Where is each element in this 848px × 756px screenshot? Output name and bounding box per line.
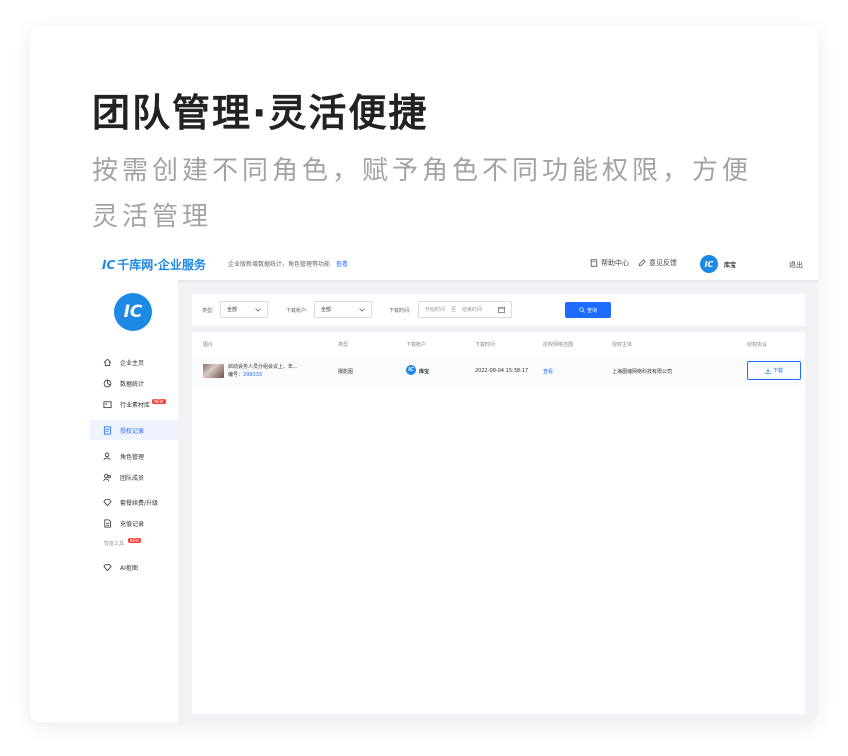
image-id-label: 编号： xyxy=(228,372,244,378)
feature-card: 团队管理·灵活便捷 按需创建不同角色，赋予角色不同功能权限，方便灵活管理 IC … xyxy=(30,26,818,722)
table-row: 启动会务人员分组会议上、年... 编号：299333 摄影图 IC 库宝 202… xyxy=(192,356,805,386)
sidebar-item-label: AI抠图 xyxy=(120,564,138,572)
query-button-label: 查询 xyxy=(586,307,597,314)
sidebar-item-label: 套餐续费/升级 xyxy=(120,499,159,507)
role-icon xyxy=(103,452,111,460)
team-icon xyxy=(103,473,111,481)
diamond-icon xyxy=(103,498,112,506)
search-icon xyxy=(579,307,585,313)
library-icon xyxy=(103,400,112,408)
top-note: 企业版新增数据统计，角色管理等功能 查看 xyxy=(228,259,348,268)
edit-icon xyxy=(638,259,646,267)
sidebar: IC 企业主页 数据统计 行业素材库 NEW 授权记录 角色管理 团队成员 套餐… xyxy=(90,280,178,722)
sidebar-item-stats[interactable]: 数据统计 xyxy=(90,373,178,393)
chevron-down-icon xyxy=(255,307,261,312)
sidebar-item-roles[interactable]: 角色管理 xyxy=(90,446,178,466)
chart-icon xyxy=(103,379,112,387)
top-bar: IC 千库网·企业服务 企业版新增数据统计，角色管理等功能 查看 帮助中心 意见反… xyxy=(90,248,818,280)
account-select[interactable]: 全部 xyxy=(314,301,372,318)
diamond-icon xyxy=(103,563,112,571)
type-select-value: 全部 xyxy=(227,307,238,313)
image-type: 摄影图 xyxy=(338,369,354,375)
home-icon xyxy=(103,358,112,366)
sidebar-item-label: 行业素材库 xyxy=(120,401,151,409)
sidebar-item-label: 充值记录 xyxy=(120,520,145,528)
record-icon xyxy=(103,425,112,435)
sidebar-item-team[interactable]: 团队成员 xyxy=(90,467,178,487)
start-time-placeholder: 开始时间 xyxy=(425,307,446,313)
auth-subject: 上海图魂网络科技有限公司 xyxy=(612,369,673,375)
subline: 按需创建不同角色，赋予角色不同功能权限，方便灵活管理 xyxy=(92,156,753,232)
image-thumbnail[interactable] xyxy=(203,364,224,378)
download-button[interactable]: 下载 xyxy=(747,361,801,380)
range-separator: 至 xyxy=(451,307,457,313)
date-range-input[interactable]: 开始时间 至 结束时间 xyxy=(418,301,512,318)
column-header: 下载账户 xyxy=(406,342,427,348)
image-id: 编号：299333 xyxy=(228,371,262,378)
sidebar-item-label: 企业主页 xyxy=(120,359,145,367)
download-icon xyxy=(765,368,771,374)
download-button-label: 下载 xyxy=(772,368,783,374)
sidebar-item-auth-records[interactable]: 授权记录 xyxy=(90,420,178,440)
type-select[interactable]: 全部 xyxy=(220,301,268,318)
user-avatar[interactable]: IC xyxy=(700,255,718,273)
column-header: 授权协议 xyxy=(747,342,768,348)
type-label: 类型: xyxy=(202,308,214,314)
sidebar-item-label: 授权记录 xyxy=(120,427,145,435)
sidebar-item-library[interactable]: 行业素材库 NEW xyxy=(90,394,178,414)
feedback-label: 意见反馈 xyxy=(649,259,677,267)
column-header: 类型 xyxy=(338,342,349,348)
column-header: 下载时间 xyxy=(475,342,496,348)
page: 团队管理·灵活便捷 按需创建不同角色，赋予角色不同功能权限，方便灵活管理 IC … xyxy=(0,0,848,756)
column-header: 授权主体 xyxy=(612,342,633,348)
top-note-text: 企业版新增数据统计，角色管理等功能 xyxy=(228,261,331,268)
logo-mark: IC xyxy=(102,257,116,272)
download-account: 库宝 xyxy=(419,369,430,375)
time-label: 下载时间: xyxy=(389,308,411,314)
logo-text: 千库网·企业服务 xyxy=(117,258,206,272)
new-badge: NEW xyxy=(152,398,166,404)
sidebar-item-label: 角色管理 xyxy=(120,453,145,461)
feedback-link[interactable]: 意见反馈 xyxy=(638,258,677,268)
username[interactable]: 库宝 xyxy=(724,260,736,269)
headline: 团队管理·灵活便捷 xyxy=(92,91,429,135)
records-table: 图片 类型 下载账户 下载时间 授权网络范围 授权主体 授权协议 启动会务人员分… xyxy=(192,332,805,714)
top-note-link[interactable]: 查看 xyxy=(336,261,348,268)
sidebar-item-label: 数据统计 xyxy=(120,380,145,388)
sidebar-section-label: 智能工具 xyxy=(104,541,125,547)
query-button[interactable]: 查询 xyxy=(565,302,611,318)
new-badge: NEW xyxy=(127,538,142,543)
chevron-down-icon xyxy=(359,307,365,312)
calendar-icon xyxy=(498,306,505,313)
sidebar-item-label: 团队成员 xyxy=(120,474,145,482)
filter-bar: 类型: 全部 下载账户: 全部 下载时间: 开始时间 至 结束时间 查询 xyxy=(192,294,805,326)
download-time: 2022-08-04 15:38:17 xyxy=(475,368,529,374)
column-header: 授权网络范围 xyxy=(543,342,574,348)
sidebar-item-home[interactable]: 企业主页 xyxy=(90,352,178,372)
account-avatar: IC xyxy=(406,365,416,375)
auth-scope-link[interactable]: 查看 xyxy=(543,368,553,375)
sidebar-section-tools: 智能工具 NEW xyxy=(104,538,142,547)
logo[interactable]: IC 千库网·企业服务 xyxy=(102,256,206,273)
app-screenshot: IC 千库网·企业服务 企业版新增数据统计，角色管理等功能 查看 帮助中心 意见反… xyxy=(90,248,818,722)
image-title: 启动会务人员分组会议上、年... xyxy=(228,364,298,370)
image-id-value[interactable]: 299333 xyxy=(243,372,262,378)
help-center-link[interactable]: 帮助中心 xyxy=(590,258,629,268)
company-avatar: IC xyxy=(114,293,152,331)
book-icon xyxy=(590,259,598,267)
sidebar-item-ai-cutout[interactable]: AI抠图 xyxy=(90,557,178,577)
end-time-placeholder: 结束时间 xyxy=(462,307,483,313)
column-header: 图片 xyxy=(203,342,214,348)
account-label: 下载账户: xyxy=(286,308,308,314)
sidebar-item-recharge[interactable]: 充值记录 xyxy=(90,513,178,533)
account-select-value: 全部 xyxy=(321,307,332,313)
sidebar-item-plan[interactable]: 套餐续费/升级 xyxy=(90,492,178,512)
logout-link[interactable]: 退出 xyxy=(789,260,803,270)
help-center-label: 帮助中心 xyxy=(601,259,629,267)
doc-icon xyxy=(104,518,112,528)
